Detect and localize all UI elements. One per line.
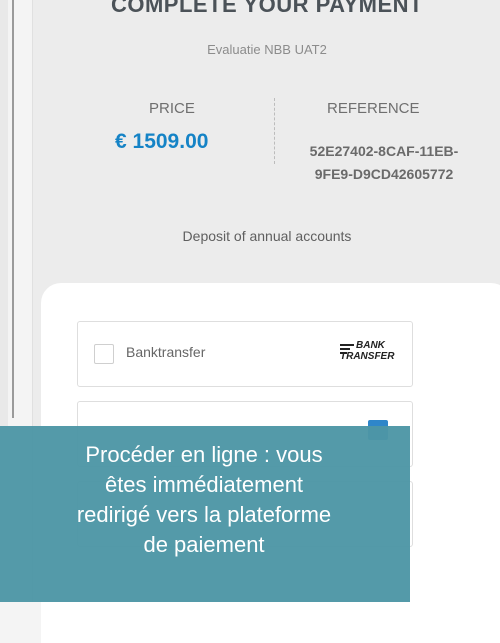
reference-value: 52E27402-8CAF-11EB-9FE9-D9CD42605772 [309,143,459,182]
banktransfer-label: Banktransfer [126,344,206,360]
bank-logo-word1: BANK [356,340,385,351]
payment-method-banktransfer[interactable]: Banktransfer BANK TRANSFER [77,321,413,387]
left-vertical-divider [12,0,14,418]
page-subtitle: Evaluatie NBB UAT2 [207,42,327,57]
price-reference-divider [274,98,275,164]
price-value: € 1509.00 [115,130,209,153]
bank-transfer-logo-icon: BANK TRANSFER [340,340,394,370]
banktransfer-checkbox[interactable] [94,344,114,364]
reference-label: REFERENCE [327,100,420,117]
tooltip-text: Procéder en ligne : vous êtes immédiatem… [76,442,332,557]
page-title: COMPLETE YOUR PAYMENT [110,0,424,17]
price-label: PRICE [149,100,195,117]
bank-logo-word2: TRANSFER [340,351,395,362]
tooltip: Procéder en ligne : vous êtes immédiatem… [0,426,410,602]
payment-description: Deposit of annual accounts [182,228,352,244]
